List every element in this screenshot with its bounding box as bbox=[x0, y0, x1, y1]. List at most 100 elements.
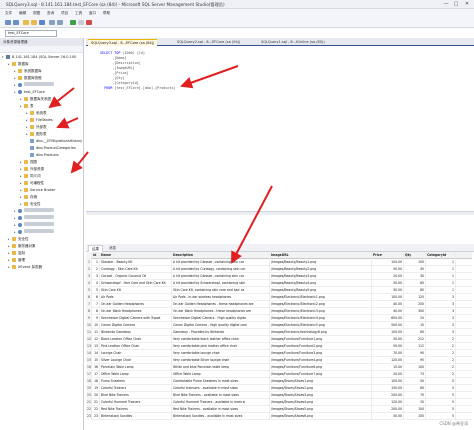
table-row[interactable]: 2 2 Curology - Skin Care Kit A kit provided… bbox=[86, 266, 472, 273]
tree-node[interactable]: ▸ 表 bbox=[20, 103, 34, 110]
expand-toggle-icon[interactable]: ▸ bbox=[14, 229, 17, 236]
undo-icon[interactable] bbox=[49, 20, 55, 25]
table-row[interactable]: 20 20 Blue Nike Trainers Blue Nike Trainers… bbox=[86, 392, 472, 399]
tree-node[interactable]: ▸ 外部资源 bbox=[20, 166, 44, 173]
table-row[interactable]: 7 7 On-ear Golden Headphones On-ear Golden … bbox=[86, 301, 472, 308]
tree-node[interactable]: dbo.ProductCategories bbox=[26, 145, 76, 152]
tree-node[interactable]: ▸ XEvent 探查器 bbox=[8, 264, 42, 271]
menu-view[interactable]: 视图 bbox=[33, 11, 40, 16]
table-row[interactable]: 23 23 Birkenstock Sandles Birkenstock Sandl… bbox=[86, 413, 472, 420]
expand-toggle-icon[interactable]: ▸ bbox=[8, 236, 11, 243]
back-icon[interactable] bbox=[5, 20, 11, 25]
expand-toggle-icon[interactable]: ▸ bbox=[14, 75, 17, 82]
table-row[interactable]: 15 15 Silver Lounge Chair Very comfortable … bbox=[86, 357, 472, 364]
table-row[interactable]: 8 8 On-ear Black Headphones On-ear Black He… bbox=[86, 308, 472, 315]
expand-toggle-icon[interactable]: ▸ bbox=[20, 96, 23, 103]
tab-messages[interactable]: 消息 bbox=[106, 245, 119, 252]
expand-toggle-icon[interactable]: ▸ bbox=[20, 103, 23, 110]
table-row[interactable]: 19 19 Colorful Trainers Colorful trainsers … bbox=[86, 385, 472, 392]
tree-node[interactable]: ▸ bbox=[14, 229, 54, 236]
table-row[interactable]: 4 4 Schwarzkopf - Hair Care and Skin Care … bbox=[86, 280, 472, 287]
cancel-query-icon[interactable] bbox=[86, 20, 92, 25]
table-row[interactable]: 10 10 Canon Digital Camera Canon Digital Ca… bbox=[86, 322, 472, 329]
expand-toggle-icon[interactable]: ▸ bbox=[20, 159, 23, 166]
collapse-toggle-icon[interactable]: ▾ bbox=[2, 54, 5, 61]
table-row[interactable]: 5 5 Skin Care Kit Skin Care Kit, containing… bbox=[86, 287, 472, 294]
minimize-button[interactable]: — bbox=[441, 1, 451, 8]
expand-toggle-icon[interactable]: ▸ bbox=[8, 250, 11, 257]
expand-toggle-icon[interactable]: ▸ bbox=[26, 124, 29, 131]
expand-toggle-icon[interactable]: ▸ bbox=[14, 222, 17, 229]
expand-toggle-icon[interactable]: ▸ bbox=[8, 243, 11, 250]
column-header[interactable]: Price bbox=[372, 252, 404, 259]
tree-node[interactable]: ▸ bbox=[14, 215, 54, 222]
tree-node[interactable]: ▸ 系统表 bbox=[26, 110, 47, 117]
menu-window[interactable]: 窗口 bbox=[89, 11, 96, 16]
tree-node[interactable]: ▸ 复制 bbox=[8, 250, 25, 257]
expand-toggle-icon[interactable]: ▸ bbox=[20, 180, 23, 187]
column-header[interactable]: Id bbox=[92, 252, 100, 259]
tree-node[interactable]: dbo.Products bbox=[26, 152, 59, 159]
tree-node[interactable]: ▸ 同义词 bbox=[20, 173, 41, 180]
table-row[interactable]: 17 17 Office Table Lamp Office Table Lamp/I… bbox=[86, 371, 472, 378]
expand-toggle-icon[interactable]: ▸ bbox=[14, 68, 17, 75]
expand-toggle-icon[interactable]: ▸ bbox=[8, 61, 11, 68]
table-row[interactable]: 18 18 Puma Sneakers Comfortable Puma Sneake… bbox=[86, 378, 472, 385]
expand-toggle-icon[interactable]: ▸ bbox=[20, 201, 23, 208]
menu-file[interactable]: 文件 bbox=[5, 11, 12, 16]
expand-toggle-icon[interactable]: ▸ bbox=[20, 173, 23, 180]
tree-node[interactable]: ▸ 数据库关系图 bbox=[20, 96, 51, 103]
menu-query[interactable]: 查询 bbox=[47, 11, 54, 16]
table-row[interactable]: 3 3 Cocooil - Organic Coconut Oil A kit pro… bbox=[86, 273, 472, 280]
menu-help[interactable]: 帮助 bbox=[103, 11, 110, 16]
tree-node[interactable]: ▸ 安全性 bbox=[20, 201, 41, 208]
table-row[interactable]: 9 9 Sennheiser Digital Camera with Tripod S… bbox=[86, 315, 472, 322]
tree-node[interactable]: ▸ bbox=[14, 222, 54, 229]
expand-toggle-icon[interactable]: ▸ bbox=[14, 89, 17, 96]
table-row[interactable]: 14 14 Lounge Chair Very comfortable lounge … bbox=[86, 350, 472, 357]
execute-icon[interactable] bbox=[70, 20, 76, 25]
table-row[interactable]: 22 22 Red Nike Trainers Red Nike Trainers -… bbox=[86, 406, 472, 413]
column-header[interactable]: Name bbox=[100, 252, 172, 259]
expand-toggle-icon[interactable]: ▸ bbox=[8, 257, 11, 264]
forward-icon[interactable] bbox=[13, 20, 19, 25]
tree-node[interactable]: ▸ 可编程性 bbox=[20, 180, 44, 187]
tree-node[interactable]: ▸ 安全性 bbox=[8, 236, 29, 243]
close-button[interactable]: ✕ bbox=[462, 1, 472, 8]
open-file-icon[interactable] bbox=[31, 20, 37, 25]
tree-node[interactable]: ▸ 数据库 bbox=[8, 61, 29, 68]
column-header[interactable]: ImageURL bbox=[270, 252, 372, 259]
expand-toggle-icon[interactable]: ▸ bbox=[26, 131, 29, 138]
menu-tools[interactable]: 工具 bbox=[75, 11, 82, 16]
editor-results-splitter[interactable] bbox=[86, 211, 474, 215]
table-row[interactable]: 21 21 Colorful Hummel Trainers Colorful Hum… bbox=[86, 399, 472, 406]
expand-toggle-icon[interactable]: ▸ bbox=[14, 82, 17, 89]
tree-node[interactable]: ▸ 存储 bbox=[20, 194, 37, 201]
table-row[interactable]: 6 6 Air Pods Air Pods - in-ear wireless hea… bbox=[86, 294, 472, 301]
expand-toggle-icon[interactable]: ▸ bbox=[14, 208, 17, 215]
tree-node[interactable]: ▸ FileTables bbox=[26, 117, 53, 124]
tab-results[interactable]: 结果 bbox=[88, 245, 103, 252]
menu-project[interactable]: 项目 bbox=[61, 11, 68, 16]
tab-sqlquery3[interactable]: SQLQuery3.sql - 8...EFCore (sa (84)) bbox=[88, 39, 158, 46]
expand-toggle-icon[interactable]: ▸ bbox=[8, 264, 11, 271]
tree-node[interactable]: ▸ 系统数据库 bbox=[14, 68, 42, 75]
tree-node[interactable]: ▸ 管理 bbox=[8, 257, 25, 264]
expand-toggle-icon[interactable]: ▸ bbox=[26, 117, 29, 124]
tree-node[interactable]: ▸ Service Broker bbox=[20, 187, 55, 194]
menu-edit[interactable]: 编辑 bbox=[19, 11, 26, 16]
tree-node[interactable]: ▸ 视图 bbox=[20, 159, 37, 166]
tree-node[interactable]: ▸ test_EFCore bbox=[14, 89, 45, 96]
tree-node[interactable]: ▸ 服务器对象 bbox=[8, 243, 36, 250]
expand-toggle-icon[interactable]: ▸ bbox=[14, 215, 17, 222]
column-header[interactable]: CategoryId bbox=[426, 252, 456, 259]
table-row[interactable]: 13 13 Pink Leather Office Chair Very comfor… bbox=[86, 343, 472, 350]
expand-toggle-icon[interactable]: ▸ bbox=[20, 166, 23, 173]
expand-toggle-icon[interactable]: ▸ bbox=[20, 194, 23, 201]
sql-editor[interactable]: SELECT TOP (1000) [Id] ,[Name] ,[Descrip… bbox=[86, 47, 474, 211]
debug-icon[interactable] bbox=[78, 20, 84, 25]
tree-node[interactable]: ▸ 数据库快照 bbox=[14, 75, 42, 82]
expand-toggle-icon[interactable]: ▸ bbox=[26, 110, 29, 117]
expand-toggle-icon[interactable]: ▸ bbox=[20, 187, 23, 194]
database-selector[interactable]: test_EFCore bbox=[5, 30, 57, 37]
